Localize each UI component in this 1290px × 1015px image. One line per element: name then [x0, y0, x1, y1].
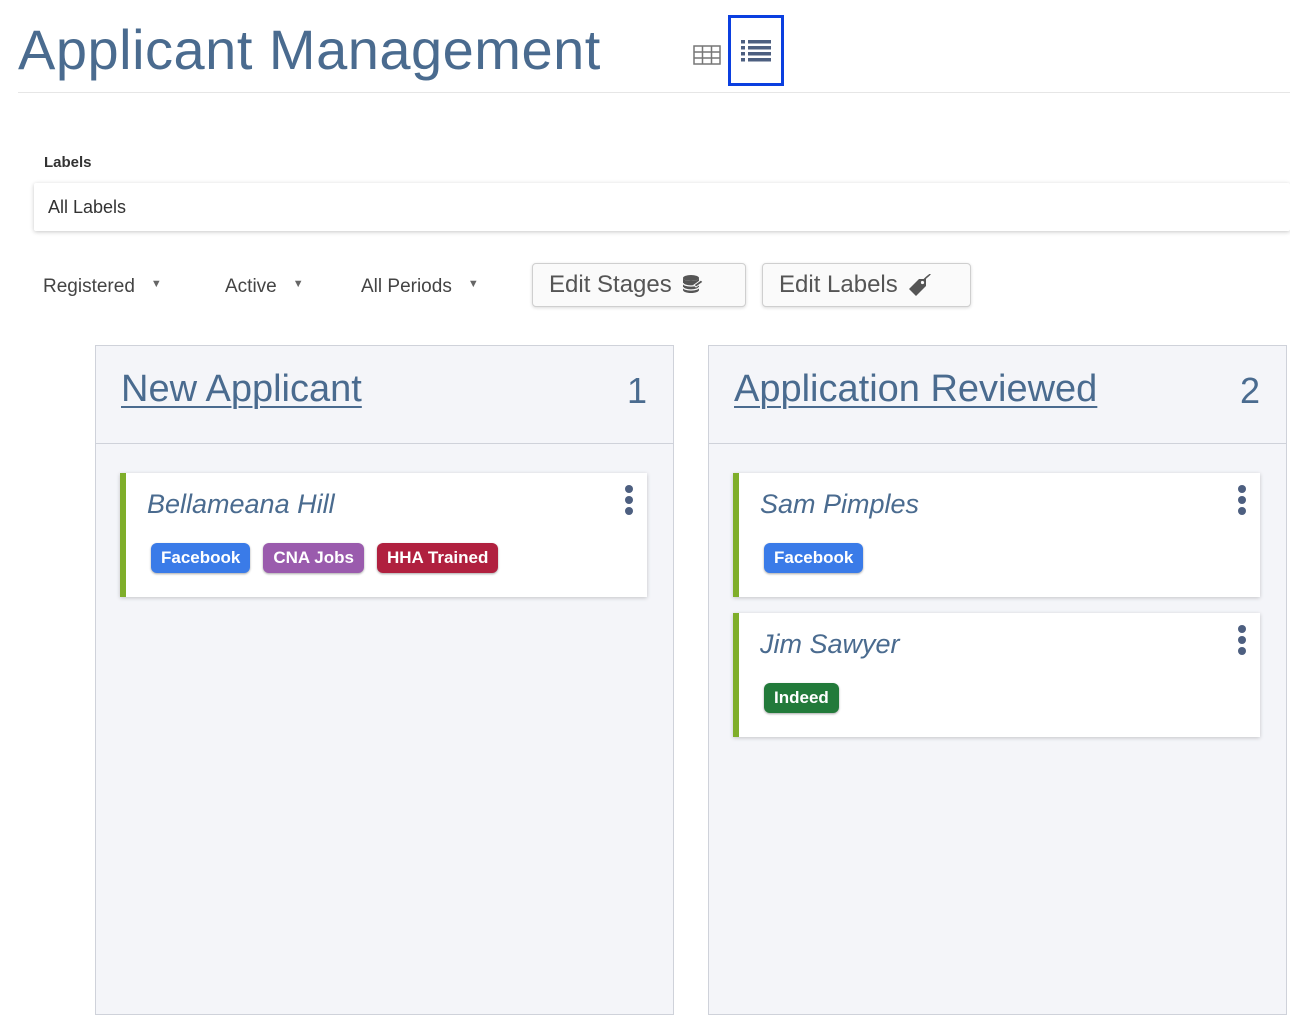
applicant-tags: Facebook: [764, 543, 864, 573]
column-count: 2: [1239, 370, 1260, 411]
database-icon: [682, 275, 704, 293]
header-divider: [18, 92, 1290, 93]
column-count: 1: [626, 370, 647, 411]
page-title: Applicant Management: [18, 18, 601, 81]
edit-stages-button[interactable]: Edit Stages: [532, 263, 746, 307]
applicant-tags: Indeed: [764, 683, 839, 713]
applicant-card[interactable]: Bellameana Hill Facebook CNA Jobs HHA Tr…: [120, 473, 647, 597]
edit-labels-label: Edit Labels: [779, 271, 898, 298]
caret-down-icon: ▼: [467, 278, 479, 290]
applicant-name: Jim Sawyer: [760, 629, 900, 659]
column-title-link[interactable]: New Applicant: [121, 368, 362, 411]
status-dropdown[interactable]: Active ▼: [225, 272, 304, 302]
caret-down-icon: ▼: [292, 278, 304, 290]
column-title-link[interactable]: Application Reviewed: [734, 368, 1097, 411]
status-dropdown-label: Active: [225, 276, 277, 297]
stage-column-new-applicant: New Applicant 1 Bellameana Hill Facebook…: [95, 345, 674, 1015]
registered-dropdown[interactable]: Registered ▼: [43, 272, 162, 302]
labels-caption: Labels: [44, 154, 92, 171]
more-options-icon[interactable]: [621, 483, 637, 517]
more-options-icon[interactable]: [1234, 483, 1250, 517]
label-tag[interactable]: Facebook: [764, 543, 864, 573]
tag-icon: [908, 273, 931, 296]
applicant-name: Bellameana Hill: [147, 489, 335, 519]
labels-select[interactable]: All Labels: [34, 183, 1290, 231]
label-tag[interactable]: Facebook: [151, 543, 251, 573]
labels-select-value: All Labels: [48, 196, 127, 217]
applicant-tags: Facebook CNA Jobs HHA Trained: [151, 543, 499, 573]
label-tag[interactable]: HHA Trained: [376, 543, 499, 573]
column-header: Application Reviewed 2: [709, 346, 1286, 444]
caret-down-icon: ▼: [150, 278, 162, 290]
registered-dropdown-label: Registered: [43, 276, 135, 297]
more-options-icon[interactable]: [1234, 623, 1250, 657]
list-view-icon: [741, 39, 771, 61]
period-dropdown[interactable]: All Periods ▼: [361, 272, 479, 302]
period-dropdown-label: All Periods: [361, 276, 452, 297]
table-grid-icon: [693, 45, 721, 65]
label-tag[interactable]: Indeed: [764, 683, 839, 713]
applicant-name: Sam Pimples: [760, 489, 920, 519]
column-header: New Applicant 1: [96, 346, 673, 444]
stage-column-application-reviewed: Application Reviewed 2 Sam Pimples Faceb…: [708, 345, 1287, 1015]
applicant-card[interactable]: Jim Sawyer Indeed: [733, 613, 1260, 737]
edit-labels-button[interactable]: Edit Labels: [762, 263, 971, 307]
table-view-button[interactable]: [692, 44, 722, 66]
edit-stages-label: Edit Stages: [549, 271, 672, 298]
label-tag[interactable]: CNA Jobs: [263, 543, 364, 573]
list-view-button[interactable]: [728, 15, 784, 86]
applicant-card[interactable]: Sam Pimples Facebook: [733, 473, 1260, 597]
